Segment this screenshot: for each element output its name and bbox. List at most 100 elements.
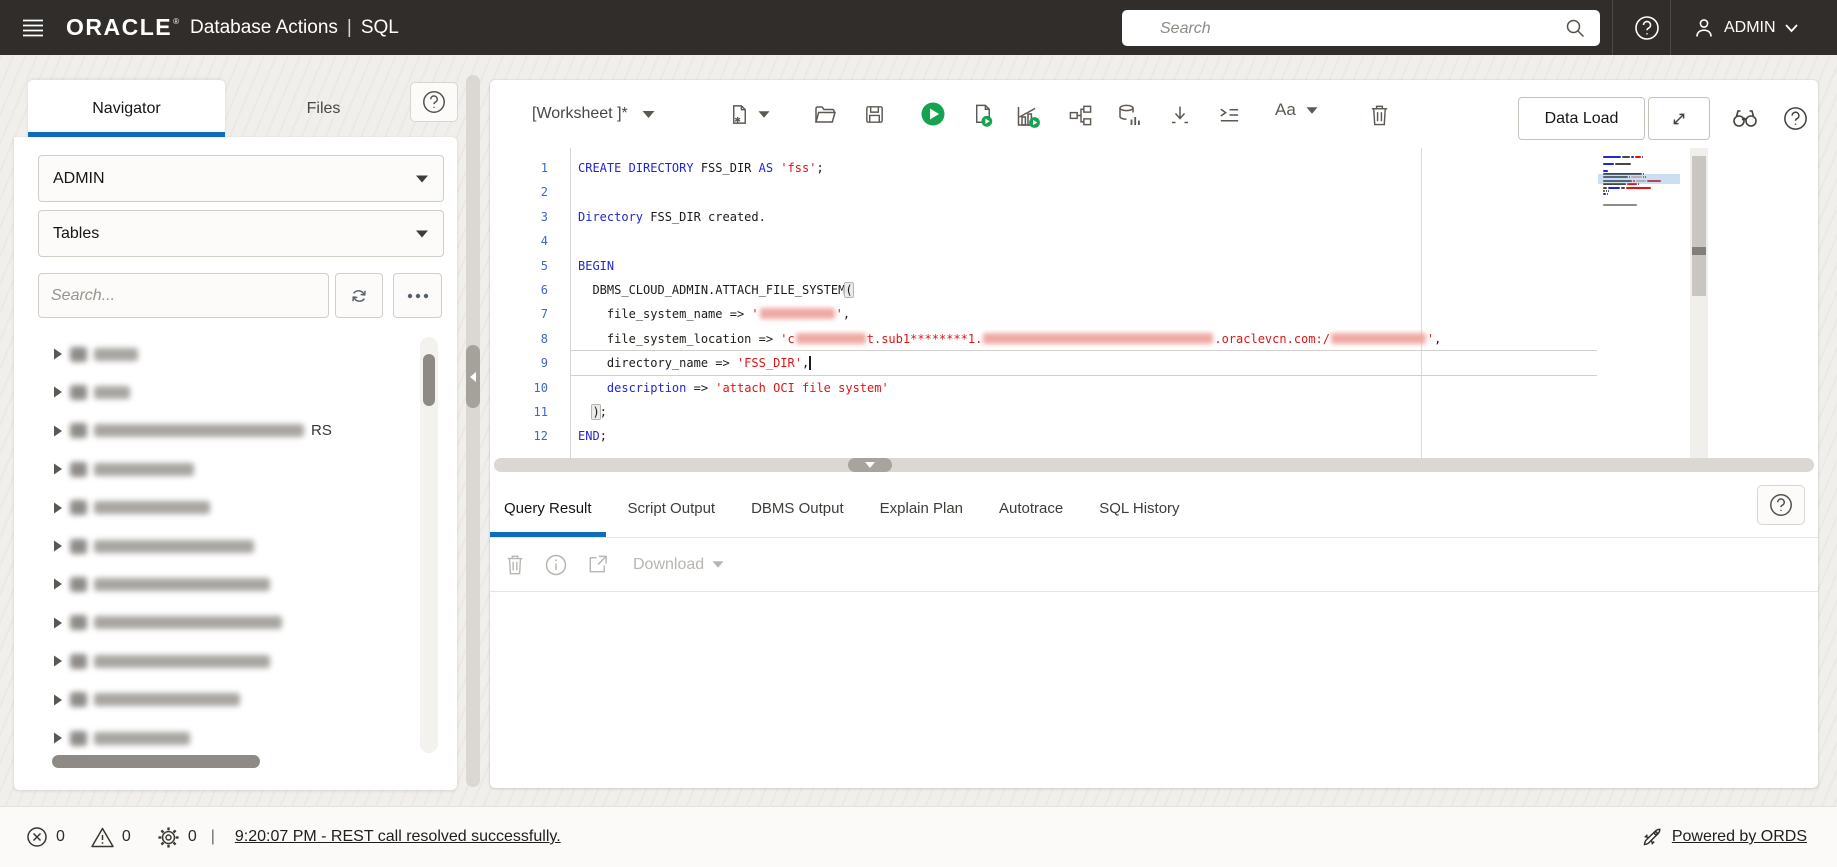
- explain-plan-button[interactable]: [1068, 103, 1093, 128]
- editor-results-splitter[interactable]: [494, 458, 1814, 472]
- worksheet-title-menu[interactable]: [Worksheet ]*: [532, 80, 655, 148]
- code-line[interactable]: 1 CREATE DIRECTORY FSS_DIR AS 'fss';: [490, 156, 1700, 180]
- code-line[interactable]: 2: [490, 180, 1700, 204]
- panel-splitter-handle[interactable]: [466, 345, 480, 408]
- error-counter[interactable]: 0: [25, 825, 65, 849]
- tree-caret-icon[interactable]: [52, 693, 63, 707]
- tree-caret-icon[interactable]: [52, 462, 63, 476]
- object-type-select[interactable]: Tables: [38, 210, 444, 257]
- tree-caret-icon[interactable]: [52, 424, 63, 438]
- navigator-help-button[interactable]: [410, 82, 458, 122]
- status-message-link[interactable]: 9:20:07 PM - REST call resolved successf…: [235, 828, 561, 846]
- code-line[interactable]: 9 directory_name => 'FSS_DIR',: [490, 351, 1700, 375]
- run-statement-button[interactable]: [920, 101, 946, 127]
- code-line[interactable]: 12 END;: [490, 424, 1700, 448]
- tree-item[interactable]: [38, 606, 282, 640]
- process-counter[interactable]: 0: [156, 825, 197, 850]
- results-tab-dbms-output[interactable]: DBMS Output: [737, 480, 858, 537]
- module-title: SQL: [360, 16, 399, 38]
- results-tab-autotrace[interactable]: Autotrace: [985, 480, 1077, 537]
- new-worksheet-button[interactable]: [728, 103, 751, 126]
- results-tab-sql-history[interactable]: SQL History: [1085, 480, 1193, 537]
- tree-caret-icon[interactable]: [52, 654, 63, 668]
- editor-results-splitter-handle[interactable]: [848, 458, 892, 472]
- hamburger-menu-icon[interactable]: [14, 13, 44, 43]
- code-line[interactable]: 10 description => 'attach OCI file syste…: [490, 376, 1700, 400]
- tree-caret-icon[interactable]: [52, 731, 63, 745]
- results-tab-explain-plan[interactable]: Explain Plan: [866, 480, 977, 537]
- worksheet-help-button[interactable]: [1782, 105, 1809, 132]
- data-load-button[interactable]: Data Load: [1518, 97, 1645, 140]
- clear-worksheet-button[interactable]: [1368, 103, 1391, 127]
- autotrace-run-button[interactable]: [1015, 103, 1041, 129]
- worksheet-title: [Worksheet ]*: [532, 105, 628, 122]
- editor-scrollbar-thumb[interactable]: [1692, 156, 1706, 296]
- user-menu-button[interactable]: ADMIN: [1686, 0, 1805, 55]
- run-script-button[interactable]: [970, 103, 995, 128]
- refresh-button[interactable]: [335, 273, 383, 318]
- expand-editor-button[interactable]: [1648, 97, 1710, 140]
- results-tab-script-output[interactable]: Script Output: [614, 480, 730, 537]
- open-file-button[interactable]: [813, 103, 837, 127]
- search-icon[interactable]: [1564, 17, 1586, 39]
- tree-item[interactable]: [38, 683, 240, 717]
- header-help-button[interactable]: [1624, 0, 1670, 55]
- tree-item[interactable]: [38, 337, 138, 371]
- code-line[interactable]: 5 BEGIN: [490, 254, 1700, 278]
- tree-item[interactable]: [38, 644, 270, 678]
- tree-caret-icon[interactable]: [52, 539, 63, 553]
- schema-select[interactable]: ADMIN: [38, 155, 444, 202]
- find-button[interactable]: [1730, 106, 1760, 130]
- caret-down-icon: [416, 230, 428, 237]
- results-open-external-button[interactable]: [586, 553, 609, 576]
- app-title: Database Actions: [190, 16, 338, 38]
- tree-item[interactable]: [38, 452, 194, 486]
- results-info-button[interactable]: [544, 553, 568, 577]
- tree-item[interactable]: [38, 529, 254, 563]
- tree-caret-icon[interactable]: [52, 385, 63, 399]
- tree-item[interactable]: [38, 375, 130, 409]
- collapse-left-icon: [470, 371, 476, 382]
- warning-counter[interactable]: 0: [90, 826, 131, 849]
- editor-scrollbar[interactable]: [1690, 148, 1708, 458]
- tree-scrollbar-thumb[interactable]: [423, 354, 435, 406]
- tab-navigator[interactable]: Navigator: [28, 80, 225, 137]
- global-search-input[interactable]: [1158, 10, 1562, 48]
- tree-item[interactable]: [38, 721, 190, 754]
- results-clear-button[interactable]: [504, 553, 526, 576]
- results-tab-query-result[interactable]: Query Result: [490, 480, 606, 537]
- results-download-button[interactable]: Download: [633, 556, 724, 574]
- code-line[interactable]: 3 Directory FSS_DIR created.: [490, 205, 1700, 229]
- tree-horizontal-scrollbar[interactable]: [34, 753, 380, 770]
- save-button[interactable]: [863, 103, 886, 126]
- navigator-search-input[interactable]: [39, 274, 328, 317]
- powered-by-ords[interactable]: Powered by ORDS: [1640, 825, 1807, 849]
- font-size-button[interactable]: Aa: [1275, 100, 1318, 120]
- tree-item[interactable]: [38, 567, 270, 601]
- trash-icon: [507, 555, 523, 575]
- code-line[interactable]: 7 file_system_name => ' ',: [490, 302, 1700, 326]
- code-line[interactable]: 8 file_system_location => 'c t.sub1******…: [490, 327, 1700, 351]
- tab-files[interactable]: Files: [225, 80, 422, 137]
- line-number: 1: [540, 161, 548, 175]
- download-editor-button[interactable]: [1168, 103, 1192, 127]
- panel-splitter[interactable]: [466, 75, 480, 787]
- code-line[interactable]: 4: [490, 229, 1700, 253]
- code-editor[interactable]: 1 CREATE DIRECTORY FSS_DIR AS 'fss'; 2 3 Dir…: [490, 148, 1818, 458]
- new-worksheet-caret[interactable]: [758, 110, 770, 119]
- results-help-button[interactable]: [1757, 485, 1805, 525]
- tree-caret-icon[interactable]: [52, 577, 63, 591]
- more-options-button[interactable]: [393, 273, 442, 318]
- explain-plan-icon: [1069, 105, 1092, 126]
- tree-item[interactable]: [38, 491, 210, 525]
- code-line[interactable]: 11 );: [490, 400, 1700, 424]
- tree-caret-icon[interactable]: [52, 347, 63, 361]
- tree-vertical-scrollbar[interactable]: [420, 337, 438, 753]
- format-code-button[interactable]: [1217, 103, 1242, 128]
- tree-caret-icon[interactable]: [52, 501, 63, 515]
- tree-caret-icon[interactable]: [52, 616, 63, 630]
- tree-hscrollbar-thumb[interactable]: [52, 755, 260, 768]
- bind-variables-button[interactable]: [1117, 103, 1143, 129]
- tree-item[interactable]: RS: [38, 414, 332, 448]
- code-line[interactable]: 6 DBMS_CLOUD_ADMIN.ATTACH_FILE_SYSTEM(: [490, 278, 1700, 302]
